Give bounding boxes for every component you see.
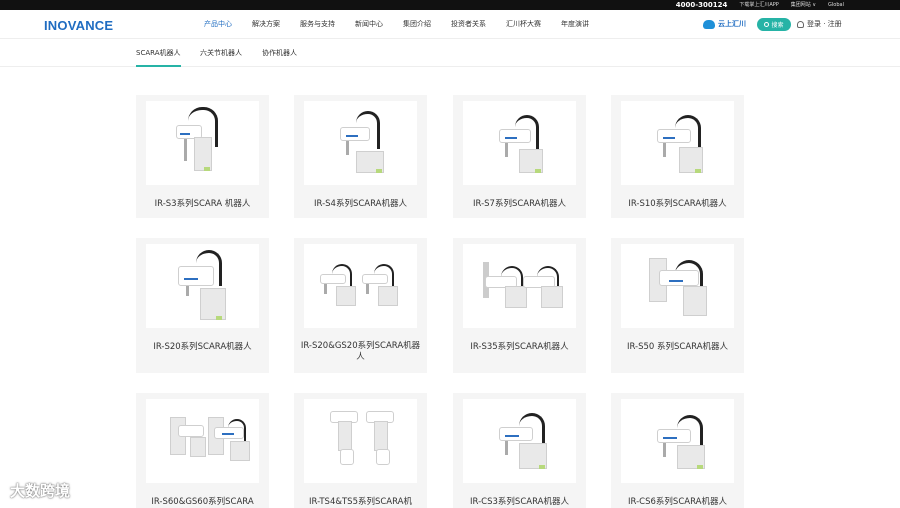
product-name: IR-S4系列SCARA机器人 bbox=[314, 199, 407, 209]
product-card[interactable]: IR-S35系列SCARA机器人 bbox=[453, 238, 586, 373]
product-image bbox=[463, 399, 576, 483]
product-card[interactable]: IR-S20系列SCARA机器人 bbox=[136, 238, 269, 373]
product-card[interactable]: IR-S7系列SCARA机器人 bbox=[453, 95, 586, 218]
watermark: 大数跨境 bbox=[10, 482, 71, 500]
search-button[interactable]: 搜索 bbox=[757, 18, 791, 31]
product-card[interactable]: IR-S60&GS60系列SCARA bbox=[136, 393, 269, 508]
product-name: IR-TS4&TS5系列SCARA机 bbox=[309, 497, 412, 507]
product-card[interactable]: IR-S50 系列SCARA机器人 bbox=[611, 238, 744, 373]
product-name: IR-S20&GS20系列SCARA机器人 bbox=[300, 341, 421, 362]
nav-speech[interactable]: 年度演讲 bbox=[561, 10, 589, 39]
product-name: IR-S50 系列SCARA机器人 bbox=[626, 342, 729, 352]
category-tabs: SCARA机器人 六关节机器人 协作机器人 bbox=[0, 40, 900, 67]
product-name: IR-S3系列SCARA 机器人 bbox=[154, 199, 251, 209]
login-register[interactable]: 登录 · 注册 bbox=[797, 19, 842, 29]
login-label: 登录 · 注册 bbox=[807, 20, 842, 28]
tab-six-axis[interactable]: 六关节机器人 bbox=[200, 48, 242, 58]
top-bar: 4000-300124 下载掌上汇川APP 集团网站 ∨ Global bbox=[0, 0, 900, 10]
product-card[interactable]: IR-S20&GS20系列SCARA机器人 bbox=[294, 238, 427, 373]
main-header: INOVANCE 产品中心 解决方案 服务与支持 新闻中心 集团介绍 投资者关系… bbox=[0, 10, 900, 39]
product-name: IR-S10系列SCARA机器人 bbox=[628, 199, 727, 209]
product-card[interactable]: IR-S3系列SCARA 机器人 bbox=[136, 95, 269, 218]
cloud-label: 云上汇川 bbox=[718, 20, 746, 28]
cloud-link[interactable]: 云上汇川 bbox=[703, 19, 746, 29]
product-image bbox=[621, 244, 734, 328]
product-image bbox=[621, 101, 734, 185]
product-image bbox=[463, 244, 576, 328]
group-sites-dropdown[interactable]: 集团网站 ∨ bbox=[791, 0, 816, 10]
product-name: IR-CS6系列SCARA机器人 bbox=[628, 497, 727, 507]
tab-collaborative[interactable]: 协作机器人 bbox=[262, 48, 297, 58]
product-image bbox=[146, 244, 259, 328]
product-card[interactable]: IR-S10系列SCARA机器人 bbox=[611, 95, 744, 218]
download-app-link[interactable]: 下载掌上汇川APP bbox=[739, 0, 778, 10]
global-link[interactable]: Global bbox=[828, 0, 844, 10]
search-label: 搜索 bbox=[771, 22, 784, 29]
product-image bbox=[146, 399, 259, 483]
main-nav: 产品中心 解决方案 服务与支持 新闻中心 集团介绍 投资者关系 汇川杯大赛 年度… bbox=[204, 10, 609, 39]
user-icon bbox=[797, 20, 804, 28]
product-card[interactable]: IR-CS3系列SCARA机器人 bbox=[453, 393, 586, 508]
nav-contest[interactable]: 汇川杯大赛 bbox=[506, 10, 541, 39]
inovance-logo[interactable]: INOVANCE bbox=[44, 18, 113, 33]
product-name: IR-S60&GS60系列SCARA bbox=[151, 497, 254, 507]
product-image bbox=[304, 244, 417, 328]
product-image bbox=[304, 399, 417, 483]
product-name: IR-S7系列SCARA机器人 bbox=[473, 199, 566, 209]
product-name: IR-S35系列SCARA机器人 bbox=[470, 342, 569, 352]
search-icon bbox=[764, 22, 770, 27]
product-image bbox=[304, 101, 417, 185]
product-card[interactable]: IR-TS4&TS5系列SCARA机 bbox=[294, 393, 427, 508]
nav-products[interactable]: 产品中心 bbox=[204, 10, 232, 39]
product-card[interactable]: IR-CS6系列SCARA机器人 bbox=[611, 393, 744, 508]
product-card[interactable]: IR-S4系列SCARA机器人 bbox=[294, 95, 427, 218]
tab-scara[interactable]: SCARA机器人 bbox=[136, 48, 181, 67]
hotline-number: 4000-300124 bbox=[675, 1, 728, 9]
product-name: IR-CS3系列SCARA机器人 bbox=[470, 497, 569, 507]
product-image bbox=[621, 399, 734, 483]
cloud-icon bbox=[703, 19, 715, 29]
nav-about[interactable]: 集团介绍 bbox=[403, 10, 431, 39]
nav-solutions[interactable]: 解决方案 bbox=[252, 10, 280, 39]
product-image bbox=[146, 101, 259, 185]
nav-service[interactable]: 服务与支持 bbox=[300, 10, 335, 39]
nav-investors[interactable]: 投资者关系 bbox=[451, 10, 486, 39]
product-name: IR-S20系列SCARA机器人 bbox=[153, 342, 252, 352]
nav-news[interactable]: 新闻中心 bbox=[355, 10, 383, 39]
product-image bbox=[463, 101, 576, 185]
